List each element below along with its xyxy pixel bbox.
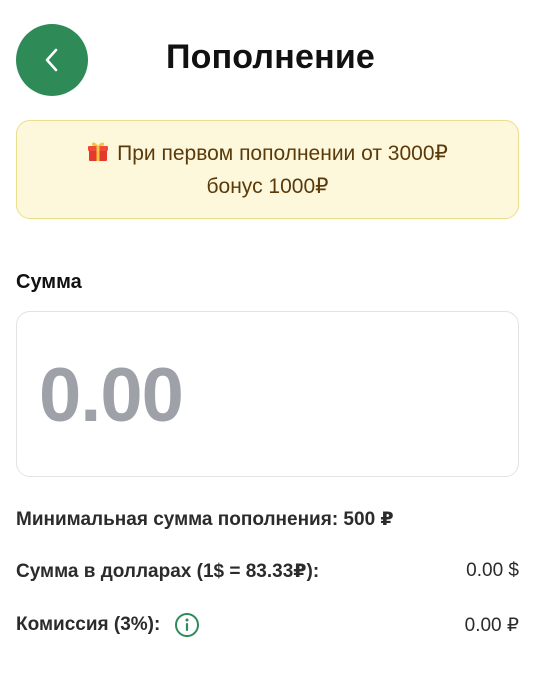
fee-row: Комиссия (3%): 0.00 ₽ bbox=[16, 610, 519, 640]
min-amount-label: Минимальная сумма пополнения: 500 ₽ bbox=[16, 508, 394, 530]
fee-value: 0.00 ₽ bbox=[464, 614, 519, 636]
usd-amount-row: Сумма в долларах (1$ = 83.33₽): 0.00 $ bbox=[16, 558, 519, 584]
amount-field[interactable] bbox=[16, 311, 519, 477]
header: Пополнение bbox=[0, 0, 541, 120]
gift-icon bbox=[87, 140, 109, 171]
info-icon[interactable] bbox=[174, 612, 200, 638]
usd-amount-label: Сумма в долларах (1$ = 83.33₽): bbox=[16, 560, 320, 582]
bonus-text-1: При первом пополнении от 3000₽ bbox=[117, 141, 448, 165]
fee-label-group: Комиссия (3%): bbox=[16, 612, 200, 638]
amount-input[interactable] bbox=[39, 350, 479, 440]
min-amount-row: Минимальная сумма пополнения: 500 ₽ bbox=[16, 506, 519, 532]
amount-label: Сумма bbox=[16, 271, 82, 293]
page-title: Пополнение bbox=[165, 38, 376, 76]
usd-amount-value: 0.00 $ bbox=[466, 560, 519, 581]
bonus-line-1: При первом пополнении от 3000₽ bbox=[87, 138, 448, 171]
bonus-line-2: бонус 1000₽ bbox=[206, 174, 329, 198]
bonus-banner: При первом пополнении от 3000₽ бонус 100… bbox=[16, 120, 519, 219]
fee-label: Комиссия (3%): bbox=[16, 614, 161, 635]
